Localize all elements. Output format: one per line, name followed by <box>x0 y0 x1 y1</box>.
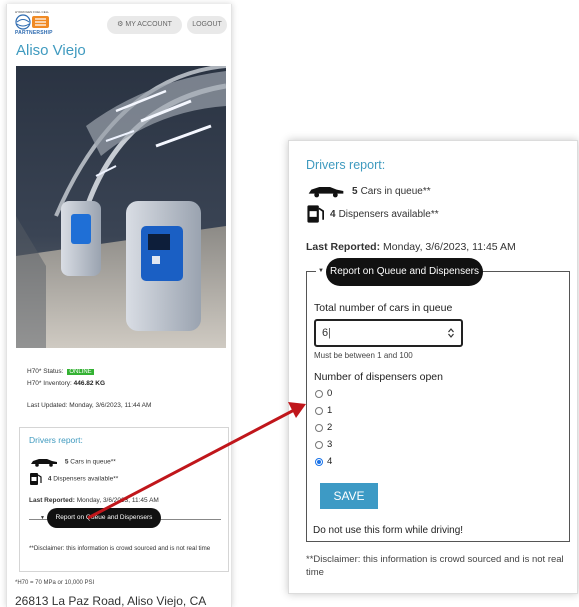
cars-label: Cars in queue** <box>360 185 431 197</box>
inventory-label: H70* Inventory: <box>27 380 72 387</box>
cars-input-label: Total number of cars in queue <box>314 302 453 314</box>
fuel-pump-icon <box>307 205 324 223</box>
last-reported: Last Reported: Monday, 3/6/2023, 11:45 A… <box>29 497 159 504</box>
car-icon <box>308 187 344 198</box>
caret-down-icon[interactable]: ▼ <box>318 268 324 274</box>
last-reported-label: Last Reported: <box>29 497 75 504</box>
h70-footnote: *H70 = 70 MPa or 10,000 PSI <box>15 580 95 586</box>
dispensers-row: 4 Dispensers available** <box>306 204 439 224</box>
last-reported: Last Reported: Monday, 3/6/2023, 11:45 A… <box>306 241 516 253</box>
drivers-report-title: Drivers report: <box>306 158 386 172</box>
fieldset-top-border <box>306 271 316 272</box>
dispenser-option-selected[interactable]: 4 <box>315 456 332 467</box>
my-account-label: MY ACCOUNT <box>125 21 172 28</box>
save-button[interactable]: SAVE <box>320 483 378 509</box>
status-badge: ONLINE <box>67 369 94 375</box>
last-updated: Last Updated: Monday, 3/6/2023, 11:44 AM <box>27 402 152 409</box>
dispenser-option[interactable]: 3 <box>315 439 332 450</box>
dispensers-input-label: Number of dispensers open <box>314 371 443 383</box>
fuel-pump-icon <box>30 473 42 485</box>
logo-wordmark: PARTNERSHIP <box>15 30 53 36</box>
number-stepper-icon[interactable] <box>448 328 454 338</box>
disclaimer: **Disclaimer: this information is crowd … <box>306 554 564 578</box>
drivers-report-zoomed-panel: Drivers report: 5 Cars in queue** 4 Disp… <box>288 140 578 594</box>
cars-in-queue-row: 5 Cars in queue** <box>306 184 431 198</box>
cars-input-help: Must be between 1 and 100 <box>314 351 413 360</box>
dispensers-row: 4 Dispensers available** <box>29 472 118 486</box>
dispensers-label: Dispensers available** <box>53 475 119 483</box>
station-name: Aliso Viejo <box>16 42 86 59</box>
radio-button-checked[interactable] <box>315 457 323 466</box>
drivers-report-card: Drivers report: 5 Cars in queue** 4 Disp… <box>19 427 229 572</box>
status-line: H70* Status: ONLINE <box>27 366 105 378</box>
station-address: 26813 La Paz Road, Aliso Viejo, CA <box>15 594 207 607</box>
cars-label: Cars in queue** <box>70 458 116 466</box>
station-photo <box>16 66 226 348</box>
option-label: 0 <box>327 388 333 399</box>
logout-button[interactable]: LOGOUT <box>187 16 227 34</box>
inventory-value: 446.82 KG <box>73 380 106 387</box>
dispenser-option[interactable]: 2 <box>315 422 332 433</box>
option-label: 4 <box>327 456 333 467</box>
drivers-report-title: Drivers report: <box>29 435 83 445</box>
radio-button[interactable] <box>315 440 323 449</box>
option-label: 1 <box>327 405 333 416</box>
partnership-logo[interactable]: HYDROGEN FUEL CELL PARTNERSHIP <box>15 10 61 40</box>
disclaimer: **Disclaimer: this information is crowd … <box>29 545 211 552</box>
radio-button[interactable] <box>315 389 323 398</box>
option-label: 2 <box>327 422 333 433</box>
radio-button[interactable] <box>315 406 323 415</box>
hydrogen-status-block: H70* Status: ONLINE H70* Inventory: 446.… <box>27 366 105 389</box>
gear-icon: ⚙ <box>117 21 124 28</box>
fieldset-top-border <box>482 271 570 272</box>
inventory-line: H70* Inventory: 446.82 KG <box>27 378 105 389</box>
last-reported-label: Last Reported: <box>306 241 381 253</box>
dispensers-count: 4 <box>330 208 336 220</box>
report-queue-button[interactable]: Report on Queue and Dispensers <box>326 258 483 286</box>
driving-warning: Do not use this form while driving! <box>313 525 464 536</box>
cars-queue-input[interactable]: 6| <box>314 319 463 347</box>
cars-count: 5 <box>352 185 358 197</box>
logo-mark-icon <box>15 14 49 30</box>
dispensers-count: 4 <box>47 475 52 483</box>
dispensers-label: Dispensers available** <box>338 208 439 220</box>
caret-down-icon[interactable]: ▼ <box>40 515 45 521</box>
dispenser-option[interactable]: 1 <box>315 405 332 416</box>
cars-count: 5 <box>64 458 69 466</box>
last-reported-value: Monday, 3/6/2023, 11:45 AM <box>76 497 159 504</box>
status-label: H70* Status: <box>27 368 64 375</box>
mobile-station-screen: HYDROGEN FUEL CELL PARTNERSHIP ⚙ MY ACCOU… <box>6 4 232 607</box>
cars-in-queue-row: 5 Cars in queue** <box>29 457 116 467</box>
last-reported-value: Monday, 3/6/2023, 11:45 AM <box>383 241 516 253</box>
radio-button[interactable] <box>315 423 323 432</box>
option-label: 3 <box>327 439 333 450</box>
my-account-button[interactable]: ⚙ MY ACCOUNT <box>107 16 182 34</box>
car-icon <box>31 459 57 467</box>
dispenser-option[interactable]: 0 <box>315 388 332 399</box>
report-queue-button[interactable]: Report on Queue and Dispensers <box>47 508 161 528</box>
